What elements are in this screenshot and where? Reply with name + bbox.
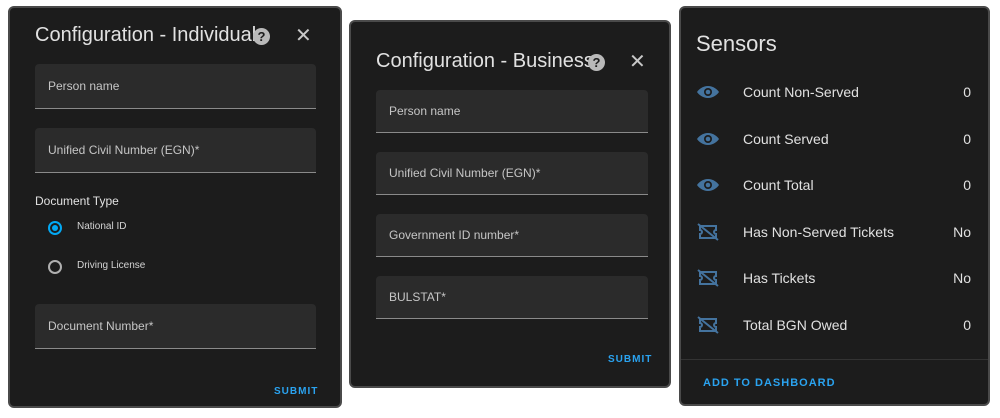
eye-icon	[696, 82, 720, 102]
egn-field[interactable]: Unified Civil Number (EGN)*	[35, 128, 316, 173]
submit-button[interactable]: SUBMIT	[274, 386, 318, 397]
sensor-row[interactable]: Has Non-Served Tickets No	[681, 212, 988, 252]
sensor-row[interactable]: Has Tickets No	[681, 258, 988, 298]
sensor-name: Has Non-Served Tickets	[743, 223, 894, 240]
radio-unchecked-icon[interactable]	[48, 260, 62, 274]
ticket-off-icon	[696, 222, 720, 242]
person-name-field[interactable]: Person name	[35, 64, 316, 109]
dialog-title: Configuration - Business	[376, 50, 594, 72]
ticket-off-icon	[696, 268, 720, 288]
radio-national-id[interactable]: National ID	[48, 219, 248, 241]
document-number-placeholder: Document Number*	[48, 319, 154, 333]
government-id-placeholder: Government ID number*	[389, 228, 520, 242]
document-number-field[interactable]: Document Number*	[35, 304, 316, 349]
bulstat-placeholder: BULSTAT*	[389, 290, 446, 304]
bulstat-field[interactable]: BULSTAT*	[376, 276, 648, 319]
sensor-value: 0	[963, 84, 971, 100]
sensor-value: 0	[963, 316, 971, 333]
help-icon[interactable]: ?	[253, 28, 270, 45]
submit-button[interactable]: SUBMIT	[608, 354, 652, 365]
sensor-value: No	[953, 223, 971, 240]
sensor-name: Count Non-Served	[743, 84, 859, 100]
sensor-row[interactable]: Count Served 0	[681, 119, 988, 159]
person-name-placeholder: Person name	[48, 79, 120, 93]
individual-config-dialog: Configuration - Individual ? ✕ Person na…	[8, 6, 342, 408]
egn-placeholder: Unified Civil Number (EGN)*	[389, 166, 541, 180]
person-name-placeholder: Person name	[389, 104, 461, 118]
egn-field[interactable]: Unified Civil Number (EGN)*	[376, 152, 648, 195]
egn-placeholder: Unified Civil Number (EGN)*	[48, 143, 200, 157]
sensor-name: Count Served	[743, 130, 829, 147]
person-name-field[interactable]: Person name	[376, 90, 648, 133]
sensor-name: Total BGN Owed	[743, 316, 848, 333]
sensor-row[interactable]: Total BGN Owed 0	[681, 305, 988, 345]
sensor-name: Has Tickets	[743, 270, 816, 286]
sensor-row[interactable]: Count Total 0	[681, 165, 988, 205]
sensor-name: Count Total	[743, 177, 814, 193]
government-id-field[interactable]: Government ID number*	[376, 214, 648, 257]
sensors-card: Sensors Count Non-Served 0 Count Served 0 Co…	[679, 6, 990, 406]
document-type-label: Document Type	[35, 194, 119, 208]
business-config-dialog: Configuration - Business ? ✕ Person name…	[349, 20, 671, 388]
close-icon[interactable]: ✕	[295, 26, 312, 46]
help-icon[interactable]: ?	[588, 54, 605, 71]
close-icon[interactable]: ✕	[629, 52, 646, 72]
radio-label: Driving License	[77, 260, 146, 271]
eye-icon	[696, 175, 720, 195]
radio-checked-icon[interactable]	[48, 221, 62, 235]
sensor-value: 0	[963, 130, 971, 147]
dialog-title: Configuration - Individual	[35, 24, 257, 46]
card-title: Sensors	[696, 31, 777, 56]
divider	[681, 359, 988, 360]
radio-driving-license[interactable]: Driving License	[48, 258, 248, 280]
ticket-off-icon	[696, 315, 720, 335]
eye-icon	[696, 129, 720, 149]
add-to-dashboard-button[interactable]: ADD TO DASHBOARD	[703, 377, 836, 389]
radio-label: National ID	[77, 221, 127, 232]
sensor-row[interactable]: Count Non-Served 0	[681, 72, 988, 112]
sensor-value: 0	[963, 177, 971, 193]
sensor-value: No	[953, 270, 971, 286]
